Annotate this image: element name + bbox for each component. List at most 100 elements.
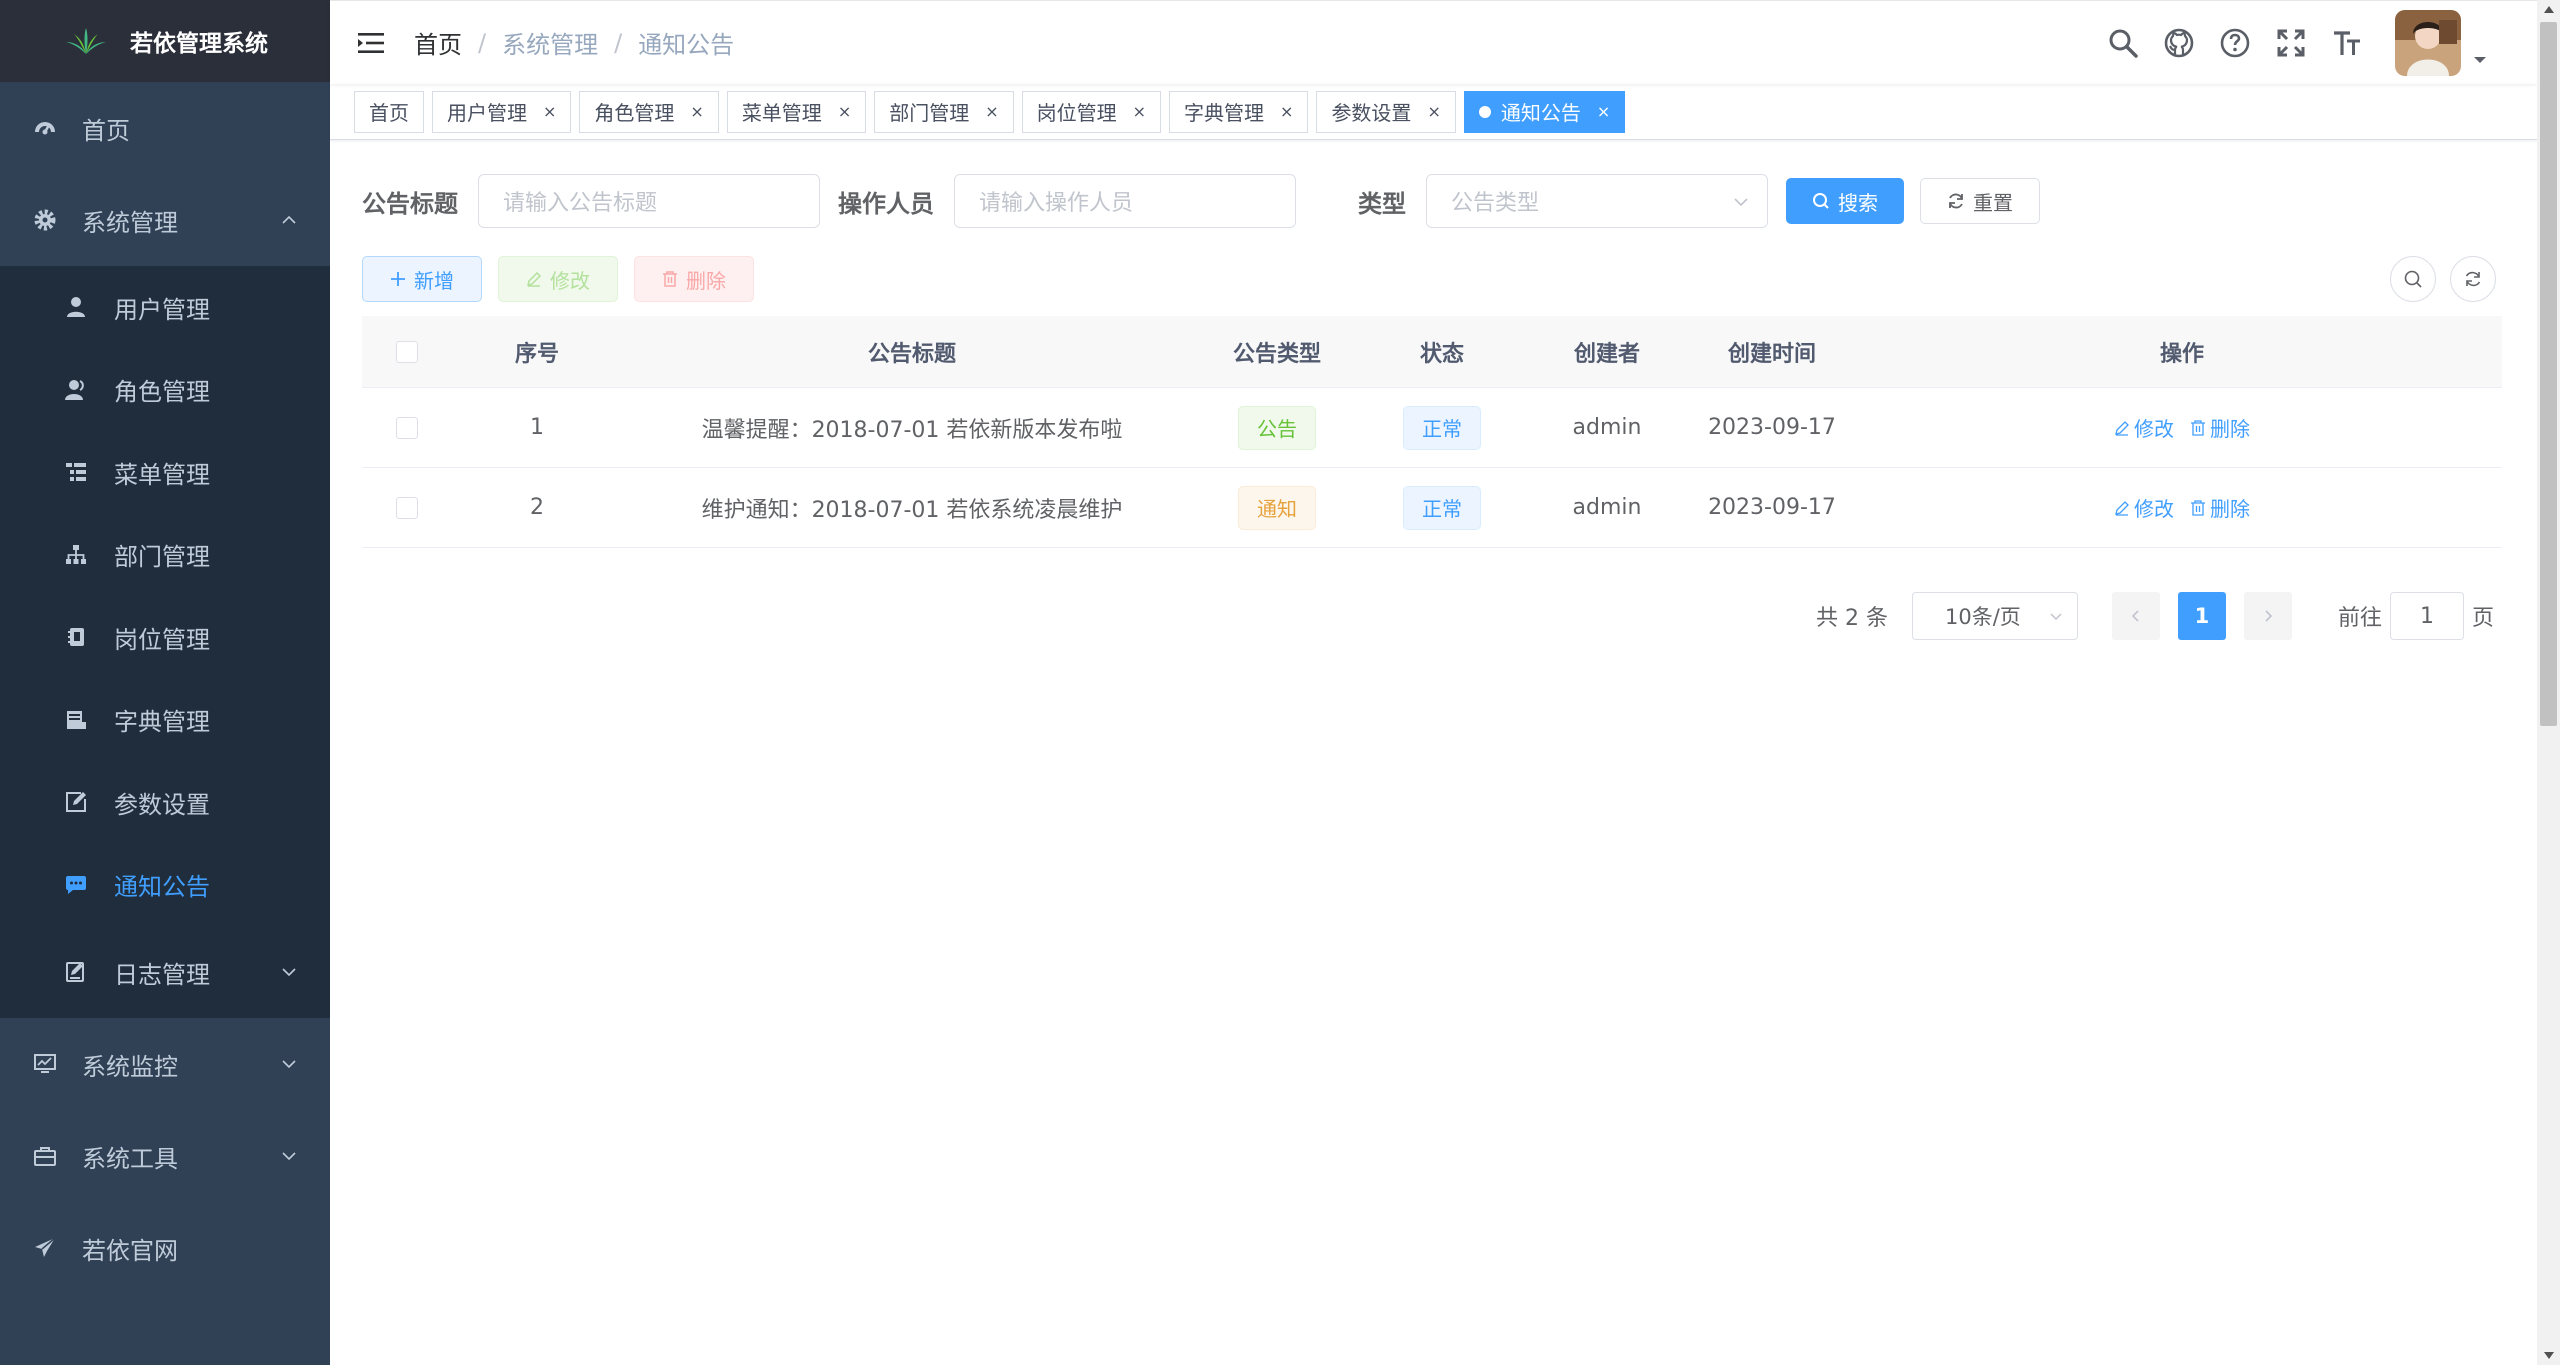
tag-notices[interactable]: 通知公告 ×: [1463, 90, 1626, 133]
scroll-down-icon[interactable]: [2544, 1352, 2554, 1359]
sidebar-item-menus[interactable]: 菜单管理: [0, 431, 330, 514]
close-icon[interactable]: ×: [838, 102, 851, 121]
sidebar-item-configs[interactable]: 参数设置: [0, 761, 330, 844]
breadcrumb-current: 通知公告: [638, 31, 735, 59]
tag-roles[interactable]: 角色管理 ×: [579, 90, 719, 133]
caret-down-icon[interactable]: [2473, 55, 2487, 65]
reset-button[interactable]: 重置: [1920, 178, 2040, 224]
sidebar-item-tools[interactable]: 系统工具: [0, 1110, 330, 1202]
search-button[interactable]: 搜索: [1786, 178, 1904, 224]
monitor-icon: [32, 1051, 58, 1077]
row-checkbox[interactable]: [396, 496, 418, 519]
sidebar-item-roles[interactable]: 角色管理: [0, 349, 330, 432]
log-icon: [64, 960, 88, 984]
scrollbar[interactable]: [2537, 0, 2560, 1365]
row-delete-button[interactable]: 删除: [2190, 413, 2250, 442]
sidebar-item-label: 通知公告: [114, 873, 210, 902]
help-icon[interactable]: [2219, 27, 2251, 59]
sidebar-item-label: 若依官网: [82, 1236, 178, 1265]
trash-icon: [2191, 419, 2205, 436]
font-size-icon[interactable]: [2331, 27, 2363, 59]
sidebar-item-label: 字典管理: [114, 708, 210, 737]
add-button-label: 新增: [414, 268, 454, 293]
paper-plane-icon: [32, 1235, 58, 1261]
github-icon[interactable]: [2163, 27, 2195, 59]
sidebar-item-label: 岗位管理: [114, 625, 210, 654]
chevron-down-icon: [282, 968, 296, 977]
next-page-button[interactable]: [2243, 592, 2292, 640]
users-icon: [64, 378, 88, 402]
search-form: 公告标题 请输入公告标题 操作人员 请输入操作人员 类型 公告类型 搜索 重置: [362, 174, 2040, 228]
row-delete-button[interactable]: 删除: [2190, 493, 2250, 522]
operator-input[interactable]: 请输入操作人员: [954, 174, 1296, 228]
prev-page-button[interactable]: [2111, 592, 2160, 640]
breadcrumb-separator: /: [614, 28, 623, 57]
logo[interactable]: 若依管理系统: [0, 0, 330, 82]
sidebar-item-label: 系统管理: [82, 208, 178, 237]
cell-time: 2023-09-17: [1708, 415, 1836, 440]
scroll-thumb[interactable]: [2540, 22, 2557, 726]
sidebar-item-depts[interactable]: 部门管理: [0, 514, 330, 597]
sidebar-item-dicts[interactable]: 字典管理: [0, 679, 330, 762]
close-icon[interactable]: ×: [1427, 102, 1440, 121]
close-icon[interactable]: ×: [985, 102, 998, 121]
logo-icon: [66, 28, 106, 54]
delete-button-label: 删除: [686, 268, 726, 293]
tag-dicts[interactable]: 字典管理 ×: [1169, 90, 1309, 133]
sidebar-item-label: 参数设置: [114, 790, 210, 819]
goto-page-input[interactable]: 1: [2389, 592, 2464, 640]
tag-home[interactable]: 首页: [354, 90, 424, 133]
delete-button[interactable]: 删除: [634, 256, 754, 302]
sidebar-item-notices[interactable]: 通知公告: [0, 844, 330, 927]
column-header: 公告标题: [867, 341, 956, 367]
refresh-table-button[interactable]: [2450, 256, 2496, 302]
sidebar-item-system[interactable]: 系统管理: [0, 174, 330, 266]
breadcrumb-home[interactable]: 首页: [414, 25, 462, 60]
table-row: 2 维护通知：2018-07-01 若依系统凌晨维护 通知 正常 admin 2…: [362, 468, 2502, 548]
select-all-checkbox[interactable]: [396, 340, 418, 363]
tag-posts[interactable]: 岗位管理 ×: [1021, 90, 1162, 133]
search-icon[interactable]: [2107, 27, 2139, 59]
row-edit-button[interactable]: 修改: [2114, 413, 2174, 442]
notice-type-select[interactable]: 公告类型: [1426, 174, 1768, 228]
page-number-current[interactable]: 1: [2177, 592, 2226, 640]
close-icon[interactable]: ×: [1133, 102, 1146, 121]
chevron-down-icon: [282, 1060, 296, 1069]
search-icon: [1813, 193, 1829, 209]
fullscreen-icon[interactable]: [2275, 27, 2307, 59]
sidebar-item-label: 菜单管理: [114, 460, 210, 489]
sidebar-item-home[interactable]: 首页: [0, 82, 330, 174]
hamburger-icon[interactable]: [356, 28, 386, 58]
edit-button[interactable]: 修改: [498, 256, 618, 302]
close-icon[interactable]: ×: [1597, 102, 1610, 121]
close-icon[interactable]: ×: [543, 102, 556, 121]
column-header: 创建时间: [1727, 341, 1816, 367]
scroll-up-icon[interactable]: [2544, 6, 2554, 13]
column-header: 序号: [514, 341, 559, 367]
avatar[interactable]: [2395, 10, 2461, 76]
row-checkbox[interactable]: [396, 416, 418, 439]
row-edit-label: 修改: [2134, 417, 2174, 441]
notice-title-input[interactable]: 请输入公告标题: [478, 174, 820, 228]
close-icon[interactable]: ×: [690, 102, 703, 121]
sidebar-item-monitor[interactable]: 系统监控: [0, 1018, 330, 1110]
toggle-search-button[interactable]: [2390, 256, 2436, 302]
sidebar-item-logs[interactable]: 日志管理: [0, 926, 330, 1018]
page-suffix: 页: [2471, 606, 2494, 631]
plus-icon: [391, 272, 405, 286]
close-icon[interactable]: ×: [1280, 102, 1293, 121]
cell-creator: admin: [1572, 495, 1642, 520]
tag-configs[interactable]: 参数设置 ×: [1316, 90, 1456, 133]
row-edit-button[interactable]: 修改: [2114, 493, 2174, 522]
sidebar-item-posts[interactable]: 岗位管理: [0, 596, 330, 679]
tag-depts[interactable]: 部门管理 ×: [874, 90, 1014, 133]
sidebar-item-website[interactable]: 若依官网: [0, 1202, 330, 1294]
sidebar-item-users[interactable]: 用户管理: [0, 266, 330, 349]
chevron-down-icon: [2050, 613, 2062, 621]
page-size-select[interactable]: 10条/页: [1911, 592, 2078, 640]
tag-users[interactable]: 用户管理 ×: [432, 90, 572, 133]
column-header: 公告类型: [1232, 341, 1321, 367]
tag-menus[interactable]: 菜单管理 ×: [726, 90, 867, 133]
add-button[interactable]: 新增: [362, 256, 482, 302]
tag-label: 用户管理: [447, 101, 527, 125]
